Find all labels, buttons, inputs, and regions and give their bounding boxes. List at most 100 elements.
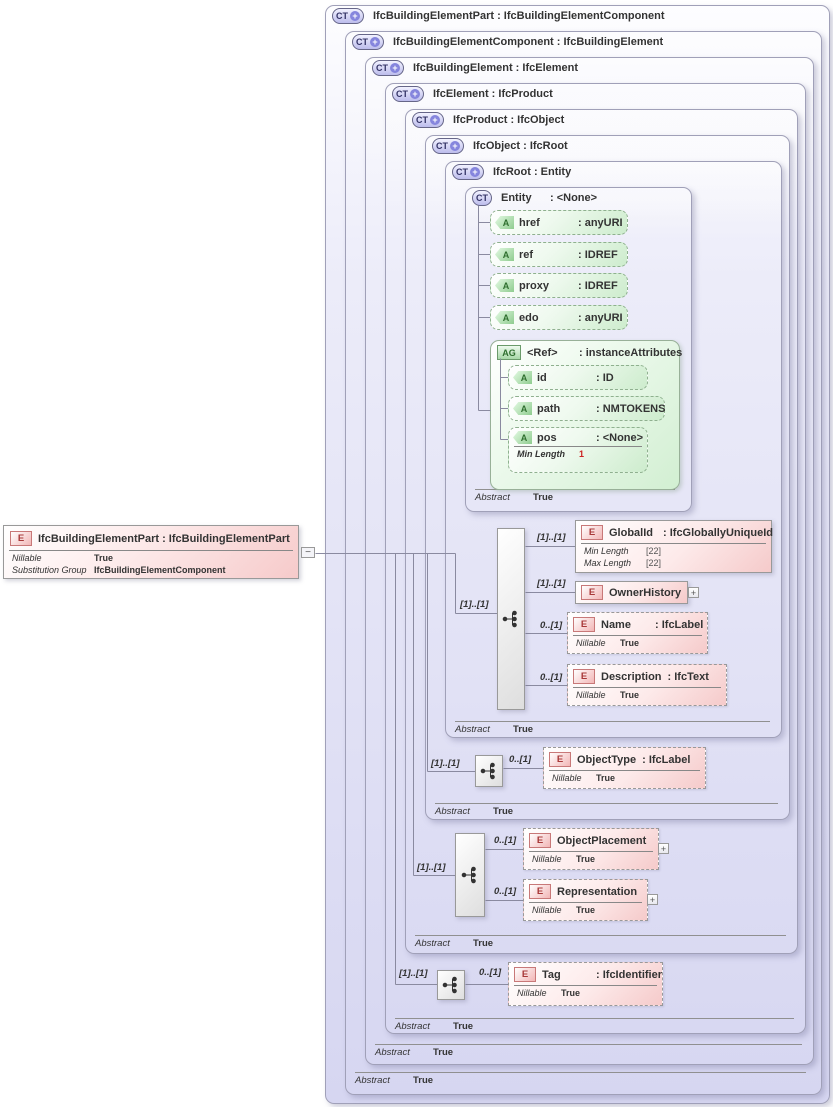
complex-type-icon[interactable]: CT+ <box>332 8 364 24</box>
ct-title: IfcBuildingElementPart : IfcBuildingElem… <box>373 10 665 22</box>
sequence-indicator-ifcproduct <box>455 833 485 917</box>
ct-header-ifcbuildingelementcomponent: CT+ IfcBuildingElementComponent : IfcBui… <box>352 34 663 50</box>
element-objectplacement: E ObjectPlacement Nillable True <box>523 828 659 870</box>
attribute-icon: A <box>513 431 532 444</box>
element-title: IfcBuildingElementPart : IfcBuildingElem… <box>38 533 290 545</box>
sequence-indicator-ifcroot <box>497 528 525 710</box>
cardinality-label: 0..[1] <box>479 967 501 978</box>
derived-plus-icon: + <box>470 167 480 177</box>
ct-title-name: Entity <box>501 192 541 204</box>
cardinality-label: [1]..[1] <box>399 968 428 979</box>
complex-type-icon[interactable]: CT+ <box>412 112 444 128</box>
complex-type-icon[interactable]: CT+ <box>432 138 464 154</box>
attribute-icon: A <box>495 311 514 324</box>
attribute-type: : ID <box>596 372 614 384</box>
collapse-button[interactable]: − <box>301 547 315 558</box>
abstract-footer-entity: AbstractTrue <box>475 489 675 503</box>
attribute-proxy: A proxy : IDREF <box>490 273 628 298</box>
derived-plus-icon: + <box>350 11 360 21</box>
abstract-footer-ifcobject: AbstractTrue <box>435 803 778 817</box>
abstract-footer-ifcelement: AbstractTrue <box>395 1018 794 1032</box>
element-representation: E Representation Nillable True <box>523 879 648 921</box>
element-name: Representation <box>557 886 637 898</box>
element-name: Description <box>601 671 662 683</box>
property-substitution-group: Substitution Group IfcBuildingElementCom… <box>4 563 298 575</box>
element-type: : IfcGloballyUniqueId <box>663 527 773 539</box>
abstract-footer-ifcbuildingelement: AbstractTrue <box>375 1044 802 1058</box>
element-description: E Description : IfcText Nillable True <box>567 664 727 706</box>
cardinality-label: 0..[1] <box>494 886 516 897</box>
complex-type-icon[interactable]: CT+ <box>372 60 404 76</box>
complex-type-icon[interactable]: CT+ <box>452 164 484 180</box>
attribute-pos: A pos : <None> Min Length 1 <box>508 427 648 473</box>
sequence-icon <box>441 973 461 997</box>
complex-type-icon: CT <box>472 190 492 206</box>
ct-title: IfcRoot : Entity <box>493 166 571 178</box>
attribute-icon: A <box>495 216 514 229</box>
attribute-group-type: : instanceAttributes <box>579 347 682 359</box>
cardinality-label: 0..[1] <box>540 620 562 631</box>
attribute-type: : anyURI <box>578 217 623 229</box>
expand-button[interactable]: + <box>658 843 669 854</box>
sequence-indicator-ifcelement <box>437 970 465 1000</box>
attribute-name: edo <box>519 312 573 324</box>
attribute-href: A href : anyURI <box>490 210 628 235</box>
facet-nillable: Nillable True <box>544 771 705 783</box>
derived-plus-icon: + <box>450 141 460 151</box>
derived-plus-icon: + <box>390 63 400 73</box>
attribute-name: proxy <box>519 280 573 292</box>
element-icon: E <box>10 531 32 546</box>
complex-type-icon[interactable]: CT+ <box>352 34 384 50</box>
attribute-name: path <box>537 403 591 415</box>
attribute-icon: A <box>513 371 532 384</box>
sequence-indicator-ifcobject <box>475 755 503 787</box>
ct-header-ifcproduct: CT+ IfcProduct : IfcObject <box>412 112 564 128</box>
cardinality-label: [1]..[1] <box>460 599 489 610</box>
element-icon: E <box>529 833 551 848</box>
derived-plus-icon: + <box>370 37 380 47</box>
schema-diagram: CT+ IfcBuildingElementPart : IfcBuilding… <box>0 0 833 1107</box>
facet-min-length: Min Length [22] <box>576 544 771 556</box>
cardinality-label: [1]..[1] <box>537 578 566 589</box>
ct-title: IfcBuildingElement : IfcElement <box>413 62 578 74</box>
cardinality-label: [1]..[1] <box>417 862 446 873</box>
element-icon: E <box>529 884 551 899</box>
attribute-name: id <box>537 372 591 384</box>
cardinality-label: [1]..[1] <box>431 758 460 769</box>
attribute-group-name: <Ref> <box>527 347 573 359</box>
element-ownerhistory: E OwnerHistory <box>575 581 688 604</box>
ct-title-type: : <None> <box>550 192 597 204</box>
element-icon: E <box>581 585 603 600</box>
element-icon: E <box>549 752 571 767</box>
element-name: OwnerHistory <box>609 587 681 599</box>
element-icon: E <box>573 669 595 684</box>
attribute-name: pos <box>537 432 591 444</box>
derived-plus-icon: + <box>430 115 440 125</box>
cardinality-label: 0..[1] <box>540 672 562 683</box>
cardinality-label: [1]..[1] <box>537 532 566 543</box>
expand-button[interactable]: + <box>688 587 699 598</box>
complex-type-icon[interactable]: CT+ <box>392 86 424 102</box>
attribute-type: : IDREF <box>578 249 618 261</box>
element-icon: E <box>573 617 595 632</box>
element-type: : IfcText <box>668 671 709 683</box>
element-globalid: E GlobalId : IfcGloballyUniqueId Min Len… <box>575 520 772 573</box>
attribute-edo: A edo : anyURI <box>490 305 628 330</box>
ct-header-ifcbuildingelementpart: CT+ IfcBuildingElementPart : IfcBuilding… <box>332 8 665 24</box>
expand-button[interactable]: + <box>647 894 658 905</box>
cardinality-label: 0..[1] <box>509 754 531 765</box>
cardinality-label: 0..[1] <box>494 835 516 846</box>
element-type: : IfcLabel <box>642 754 690 766</box>
attribute-type: : IDREF <box>578 280 618 292</box>
facet-max-length: Max Length [22] <box>576 556 771 568</box>
attribute-id: A id : ID <box>508 365 648 390</box>
attribute-path: A path : NMTOKENS <box>508 396 665 421</box>
element-ifcbuildingelementpart: E IfcBuildingElementPart : IfcBuildingEl… <box>3 525 299 579</box>
element-name: E Name : IfcLabel Nillable True <box>567 612 708 654</box>
element-type: : IfcIdentifier <box>596 969 662 981</box>
attribute-group-icon: AG <box>497 345 521 360</box>
facet-nillable: Nillable True <box>568 636 707 648</box>
attribute-group-header: AG <Ref> : instanceAttributes <box>491 341 679 364</box>
ct-header-ifcelement: CT+ IfcElement : IfcProduct <box>392 86 553 102</box>
abstract-footer-ifcproduct: AbstractTrue <box>415 935 786 949</box>
